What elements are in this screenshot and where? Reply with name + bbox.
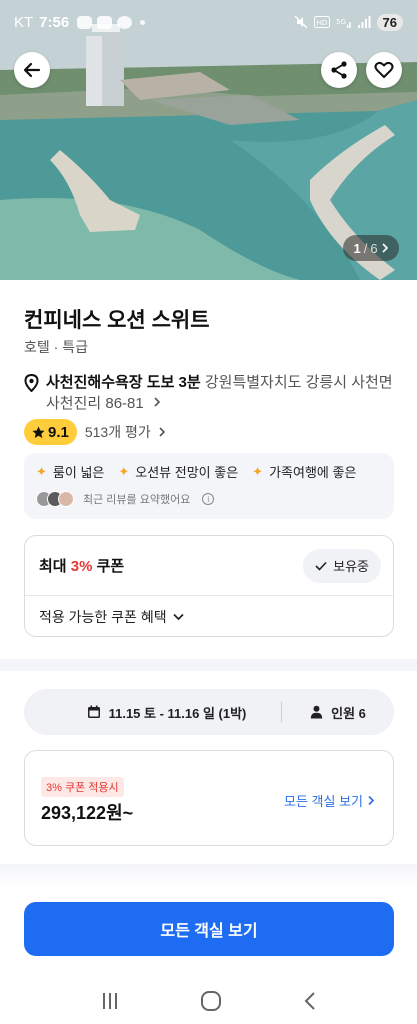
photo-counter-separator: /: [363, 240, 368, 256]
coupon-benefits-toggle[interactable]: 적용 가능한 쿠폰 혜택: [25, 596, 393, 637]
carrier-label: KT: [14, 13, 34, 31]
mute-icon: [293, 15, 309, 29]
hotel-name: 컨피네스 오션 스위트: [24, 309, 210, 332]
review-count-link[interactable]: 513개 평가: [85, 422, 167, 442]
review-count: 513개 평가: [84, 424, 151, 440]
clock-notification-icon: [117, 15, 133, 29]
arrow-left-icon: [23, 62, 41, 78]
coupon-percent: 3%: [70, 558, 93, 575]
view-all-rooms-button-label: 모든 객실 보기: [160, 923, 258, 940]
hd-icon: HD: [313, 16, 330, 29]
rating-score: 9.1: [48, 423, 69, 441]
view-all-rooms-link-label: 모든 객실 보기: [284, 794, 363, 809]
date-selector[interactable]: 11.15 토 - 11.16 일 (1박): [24, 703, 281, 722]
chevron-right-icon: [381, 243, 388, 253]
rating-row[interactable]: 9.1 513개 평가: [24, 419, 167, 445]
rating-badge: 9.1: [24, 419, 77, 445]
favorite-button[interactable]: [366, 52, 402, 88]
review-summary-row: 최근 리뷰를 요약했어요 i: [36, 491, 382, 507]
price-card[interactable]: 3% 쿠폰 적용시 293,122원~ 모든 객실 보기: [24, 750, 394, 846]
share-icon: [331, 61, 347, 79]
view-all-rooms-button[interactable]: 모든 객실 보기: [24, 902, 394, 956]
coupon-summary-row: 최대 3% 쿠폰 보유중: [25, 536, 393, 596]
photo-counter-total: 6: [370, 240, 378, 256]
sparkle-icon: ✦: [252, 463, 264, 479]
hero-photo[interactable]: KT 7:56 HD 5G 76 1 / 6: [0, 0, 417, 280]
price-amount: 293,122원~: [41, 803, 134, 823]
info-icon[interactable]: i: [202, 493, 215, 505]
review-keyword: 가족여행에 좋은: [269, 465, 357, 480]
date-guest-selector: 11.15 토 - 11.16 일 (1박) 인원 6: [24, 689, 394, 735]
section-divider: [0, 864, 417, 888]
5g-signal-icon: 5G: [335, 16, 351, 29]
review-keywords-box[interactable]: ✦ 룸이 넓은 ✦ 오션뷰 전망이 좋은 ✦ 가족여행에 좋은 최근 리뷰를 요…: [24, 453, 394, 519]
chevron-right-icon: [154, 397, 161, 407]
recent-apps-icon[interactable]: [100, 992, 120, 1010]
coupon-benefits-label: 적용 가능한 쿠폰 혜택: [39, 608, 167, 625]
view-all-rooms-link[interactable]: 모든 객실 보기: [284, 791, 375, 810]
clock: 7:56: [39, 13, 70, 31]
review-keyword: 오션뷰 전망이 좋은: [135, 465, 239, 480]
chevron-right-icon: [368, 795, 375, 806]
battery-indicator: 76: [376, 13, 403, 31]
check-icon: [315, 561, 327, 571]
back-nav-icon[interactable]: [303, 991, 317, 1011]
chevron-down-icon: [172, 613, 184, 620]
section-divider: [0, 659, 417, 671]
coupon-label: 최대 3% 쿠폰: [39, 555, 124, 576]
calendar-icon: [87, 705, 100, 718]
chevron-right-icon: [159, 427, 165, 437]
review-summary-text: 최근 리뷰를 요약했어요: [83, 494, 191, 506]
system-navigation-bar: [0, 978, 417, 1024]
star-icon: [32, 426, 45, 438]
photo-counter-current: 1: [353, 240, 361, 256]
person-icon: [310, 705, 323, 719]
svg-text:5G: 5G: [336, 18, 346, 26]
talk-notification-icon: [77, 15, 93, 29]
sparkle-icon: ✦: [36, 463, 47, 479]
stay-dates: 11.15 토 - 11.16 일 (1박): [108, 705, 247, 721]
signal-strength-icon: [356, 15, 372, 29]
notification-icons: [77, 15, 146, 29]
home-icon[interactable]: [200, 990, 222, 1012]
review-keyword: 룸이 넓은: [52, 465, 105, 480]
coupon-owned-button[interactable]: 보유중: [303, 548, 381, 583]
sparkle-icon: ✦: [118, 463, 130, 479]
location-text: 사천진해수욕장 도보 3분 강원특별자치도 강릉시 사천면 사천진리 86-81: [46, 372, 394, 414]
heart-icon: [374, 61, 394, 78]
more-notifications-dot-icon: [140, 19, 146, 25]
coupon-owned-label: 보유중: [333, 559, 369, 574]
location-row[interactable]: 사천진해수욕장 도보 3분 강원특별자치도 강릉시 사천면 사천진리 86-81: [24, 372, 394, 414]
status-bar: KT 7:56 HD 5G 76: [0, 0, 417, 44]
hotel-category: 호텔 · 특급: [24, 339, 88, 355]
share-button[interactable]: [321, 52, 357, 88]
coupon-applied-tag: 3% 쿠폰 적용시: [41, 777, 124, 797]
coupon-card: 최대 3% 쿠폰 보유중 적용 가능한 쿠폰 혜택: [24, 535, 394, 637]
svg-text:HD: HD: [316, 19, 327, 27]
chat-notification-icon: [97, 15, 113, 29]
location-highlight: 사천진해수욕장 도보 3분: [46, 374, 201, 391]
coupon-label-prefix: 최대: [39, 558, 71, 575]
location-pin-icon: [24, 372, 40, 414]
reviewer-avatars: [36, 491, 74, 507]
guest-selector[interactable]: 인원 6: [282, 703, 394, 722]
avatar: [58, 491, 74, 507]
review-keywords: ✦ 룸이 넓은 ✦ 오션뷰 전망이 좋은 ✦ 가족여행에 좋은: [36, 462, 382, 481]
coupon-label-suffix: 쿠폰: [92, 558, 125, 575]
photo-counter[interactable]: 1 / 6: [343, 235, 399, 261]
guest-count: 인원 6: [331, 705, 366, 721]
back-button[interactable]: [14, 52, 50, 88]
